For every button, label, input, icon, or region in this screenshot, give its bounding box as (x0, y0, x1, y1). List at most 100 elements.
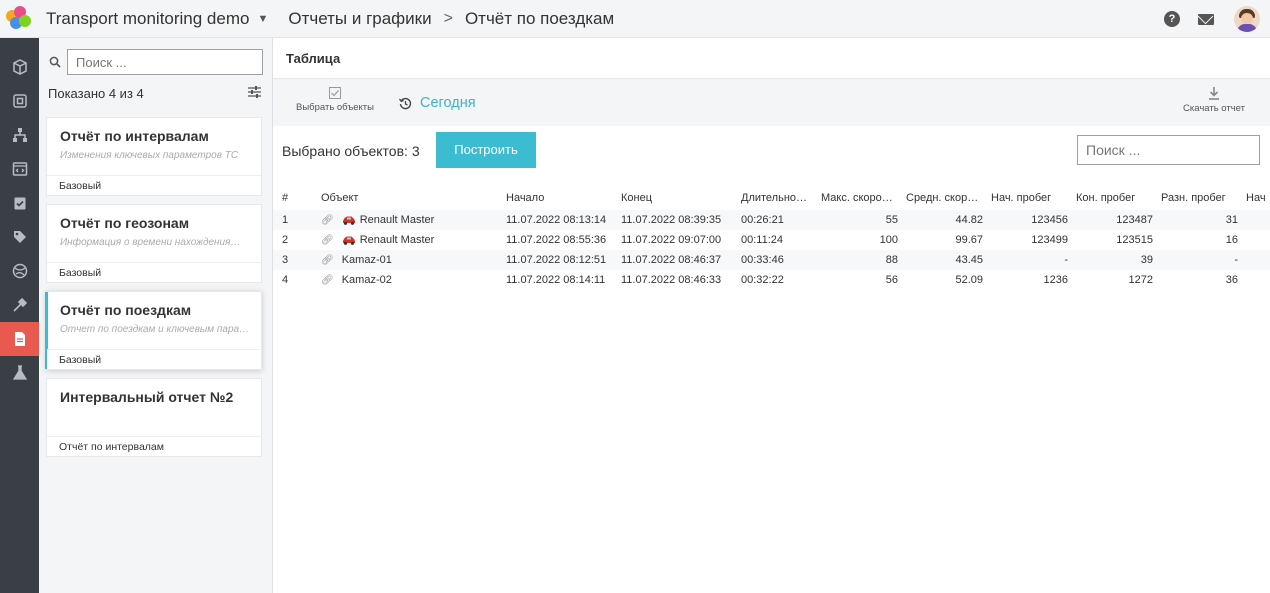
filter-settings-icon[interactable] (248, 86, 261, 98)
download-report-button[interactable]: Скачать отчет (1179, 87, 1249, 114)
link-icon[interactable]: 🔗︎ (321, 215, 334, 226)
nav-tools-icon[interactable] (0, 288, 39, 322)
report-title: Отчёт по геозонам (60, 215, 190, 231)
nav-hierarchy-icon[interactable] (0, 118, 39, 152)
table-search-input[interactable]: Поиск ... (1077, 135, 1260, 165)
link-icon[interactable]: 🔗︎ (321, 275, 334, 286)
nav-devices-icon[interactable] (0, 84, 39, 118)
report-card-trips[interactable]: Отчёт по поездкам Отчет по поездкам и кл… (45, 291, 262, 370)
breadcrumb-section[interactable]: Отчеты и графики (288, 9, 431, 29)
report-type: Базовый (47, 175, 261, 195)
report-toolbar: Выбрать объекты Сегодня Скачать отчет (273, 79, 1270, 126)
period-today-button[interactable]: Сегодня (399, 95, 476, 111)
cell-object: 🔗︎ Kamaz-01 (317, 250, 502, 270)
nav-tasks-clipboard-icon[interactable] (0, 186, 39, 220)
report-title: Отчёт по поездкам (60, 302, 192, 318)
column-header-object[interactable]: Объект (317, 186, 502, 210)
cell-duration: 00:11:24 (737, 230, 817, 250)
column-header-diff-mileage[interactable]: Разн. пробег (1157, 186, 1242, 210)
cell-start-mileage: 123499 (987, 230, 1072, 250)
cell-end-mileage: 123487 (1072, 210, 1157, 230)
column-header-avg-speed[interactable]: Средн. скор… (902, 186, 987, 210)
nav-globe-icon[interactable] (0, 254, 39, 288)
cell-more (1242, 250, 1270, 270)
cell-diff-mileage: - (1157, 250, 1242, 270)
link-icon[interactable]: 🔗︎ (321, 255, 334, 266)
help-icon[interactable]: ? (1164, 11, 1180, 27)
shown-count: Показано 4 из 4 (48, 86, 144, 101)
report-card-interval-2[interactable]: Интервальный отчет №2 Отчёт по интервала… (46, 378, 262, 457)
report-table: # Объект Начало Конец Длительно… Макс. с… (273, 186, 1270, 290)
nav-code-window-icon[interactable] (0, 152, 39, 186)
nav-lab-flask-icon[interactable] (0, 356, 39, 390)
cell-start: 11.07.2022 08:12:51 (502, 250, 617, 270)
cell-start-mileage: - (987, 250, 1072, 270)
cell-avg-speed: 52.09 (902, 270, 987, 290)
app-switch-chevron-down-icon[interactable]: ▼ (257, 13, 268, 25)
cell-more (1242, 210, 1270, 230)
selected-objects-count: Выбрано объектов: 3 (282, 143, 420, 159)
cell-diff-mileage: 16 (1157, 230, 1242, 250)
cell-avg-speed: 44.82 (902, 210, 987, 230)
table-row[interactable]: 4 🔗︎ Kamaz-02 11.07.2022 08:14:11 11.07.2022… (273, 270, 1270, 290)
checkbox-icon (329, 87, 341, 99)
car-icon (342, 236, 355, 245)
cell-end: 11.07.2022 08:46:33 (617, 270, 737, 290)
table-row[interactable]: 2 🔗︎ Renault Master 11.07.2022 08:55:36 11.0… (273, 230, 1270, 250)
object-name[interactable]: Kamaz-01 (342, 254, 392, 266)
cell-end: 11.07.2022 08:39:35 (617, 210, 737, 230)
app-title[interactable]: Transport monitoring demo (46, 9, 249, 29)
cell-object: 🔗︎ Renault Master (317, 230, 502, 250)
nav-reports-document-icon[interactable] (0, 322, 39, 356)
report-type: Базовый (47, 262, 261, 282)
download-label: Скачать отчет (1183, 103, 1245, 114)
report-card-geozones[interactable]: Отчёт по геозонам Информация о времени н… (46, 204, 262, 283)
table-header-row: # Объект Начало Конец Длительно… Макс. с… (273, 186, 1270, 210)
breadcrumb-page: Отчёт по поездкам (464, 8, 615, 28)
cell-start-mileage: 123456 (987, 210, 1072, 230)
cell-more (1242, 270, 1270, 290)
report-card-intervals[interactable]: Отчёт по интервалам Изменения ключевых п… (46, 117, 262, 196)
build-report-button[interactable]: Построить (436, 132, 536, 168)
cell-avg-speed: 43.45 (902, 250, 987, 270)
report-description: Изменения ключевых параметров ТС (60, 150, 239, 161)
cell-end: 11.07.2022 09:07:00 (617, 230, 737, 250)
period-label: Сегодня (420, 95, 476, 111)
reports-search-input[interactable]: Поиск ... (67, 49, 263, 75)
cell-object: 🔗︎ Renault Master (317, 210, 502, 230)
column-header-number[interactable]: # (273, 186, 317, 210)
cell-number: 1 (273, 210, 317, 230)
report-description: Информация о времени нахождения… (60, 237, 241, 248)
cell-object: 🔗︎ Kamaz-02 (317, 270, 502, 290)
column-header-duration[interactable]: Длительно… (737, 186, 817, 210)
cell-start: 11.07.2022 08:13:14 (502, 210, 617, 230)
nav-objects-cube-icon[interactable] (0, 50, 39, 84)
column-header-end-mileage[interactable]: Кон. пробег (1072, 186, 1157, 210)
object-name[interactable]: Renault Master (360, 234, 435, 246)
nav-tags-icon[interactable] (0, 220, 39, 254)
table-row[interactable]: 1 🔗︎ Renault Master 11.07.2022 08:13:14 11.0… (273, 210, 1270, 230)
column-header-more[interactable]: Нач (1242, 186, 1270, 210)
link-icon[interactable]: 🔗︎ (321, 235, 334, 246)
cell-duration: 00:26:21 (737, 210, 817, 230)
cell-more (1242, 230, 1270, 250)
car-icon (342, 216, 355, 225)
cell-duration: 00:33:46 (737, 250, 817, 270)
download-icon (1209, 87, 1219, 100)
column-header-start-mileage[interactable]: Нач. пробег (987, 186, 1072, 210)
column-header-end[interactable]: Конец (617, 186, 737, 210)
table-row[interactable]: 3 🔗︎ Kamaz-01 11.07.2022 08:12:51 11.07.2022… (273, 250, 1270, 270)
tab-table[interactable]: Таблица (286, 51, 340, 66)
select-objects-button[interactable]: Выбрать объекты (295, 87, 375, 113)
avatar[interactable] (1234, 6, 1260, 32)
column-header-max-speed[interactable]: Макс. скоро… (817, 186, 902, 210)
object-name[interactable]: Renault Master (360, 214, 435, 226)
cell-start: 11.07.2022 08:14:11 (502, 270, 617, 290)
mail-icon[interactable] (1198, 13, 1214, 25)
column-header-start[interactable]: Начало (502, 186, 617, 210)
app-logo[interactable] (0, 0, 38, 38)
top-bar: Transport monitoring demo ▼ Отчеты и гра… (0, 0, 1270, 38)
report-main: Таблица Выбрать объекты Сегодня Скачать … (273, 38, 1270, 593)
object-name[interactable]: Kamaz-02 (342, 274, 392, 286)
select-objects-label: Выбрать объекты (296, 102, 374, 113)
